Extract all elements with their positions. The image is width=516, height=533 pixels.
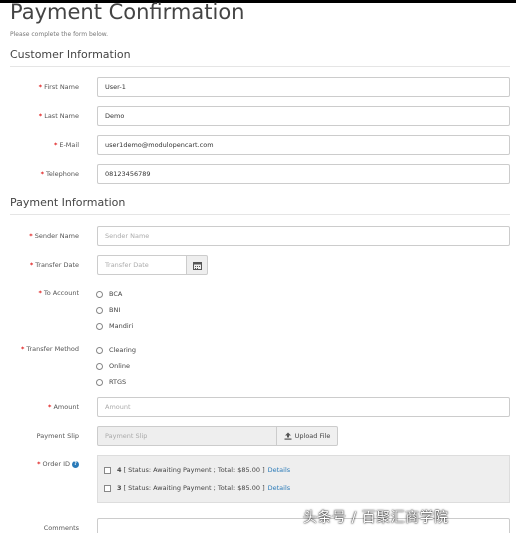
last-name-label: * Last Name <box>38 112 79 120</box>
required-marker: * <box>21 345 25 353</box>
required-marker: * <box>40 170 44 178</box>
help-icon[interactable]: ? <box>72 460 79 468</box>
first-name-label: * First Name <box>38 83 79 91</box>
last-name-input[interactable]: Demo <box>97 106 510 126</box>
order-list: 4 [ Status: Awaiting Payment ; Total: $8… <box>97 455 510 503</box>
required-marker: * <box>38 83 43 91</box>
customer-info-heading: Customer Information <box>10 48 131 61</box>
calendar-icon <box>192 261 202 270</box>
transfer-method-label: * Transfer Method <box>21 345 79 353</box>
required-marker: * <box>29 261 34 269</box>
transfer-date-input[interactable]: Transfer Date <box>97 255 187 275</box>
radio-button[interactable] <box>96 290 103 298</box>
payment-slip-input[interactable]: Payment Slip <box>97 426 277 446</box>
order-details-link[interactable]: Details <box>268 466 291 474</box>
upload-file-button[interactable]: Upload File <box>276 426 338 446</box>
order-item[interactable]: 4 [ Status: Awaiting Payment ; Total: $8… <box>104 465 290 475</box>
order-checkbox[interactable] <box>104 466 111 474</box>
amount-input[interactable]: Amount <box>97 397 510 417</box>
telephone-input[interactable]: 08123456789 <box>97 164 510 184</box>
page-subtitle: Please complete the form below. <box>10 31 109 38</box>
section-divider <box>10 214 510 215</box>
order-id-label: * Order ID? <box>0 460 79 468</box>
radio-option-bca[interactable]: BCA <box>96 289 122 299</box>
calendar-button[interactable] <box>186 255 208 275</box>
email-input[interactable]: user1demo@modulopencart.com <box>97 135 510 155</box>
order-checkbox[interactable] <box>104 484 111 492</box>
payment-info-heading: Payment Information <box>10 196 126 209</box>
sender-name-label: * Sender Name <box>29 232 79 240</box>
radio-option-online[interactable]: Online <box>96 361 130 371</box>
watermark: 头条号 / 百聚汇商学院 <box>303 510 449 526</box>
upload-icon <box>284 432 292 440</box>
radio-button[interactable] <box>96 346 103 354</box>
order-details-link[interactable]: Details <box>268 484 291 492</box>
radio-option-mandiri[interactable]: Mandiri <box>96 321 133 331</box>
order-item[interactable]: 3 [ Status: Awaiting Payment ; Total: $8… <box>104 483 290 493</box>
radio-button[interactable] <box>96 362 103 370</box>
first-name-input[interactable]: User-1 <box>97 77 510 97</box>
section-divider <box>10 66 510 67</box>
radio-option-rtgs[interactable]: RTGS <box>96 377 126 387</box>
required-marker: * <box>38 289 42 297</box>
telephone-label: * Telephone <box>40 170 79 178</box>
amount-label: * Amount <box>48 403 79 411</box>
radio-button[interactable] <box>96 306 103 314</box>
transfer-date-label: * Transfer Date <box>29 261 79 269</box>
radio-button[interactable] <box>96 322 103 330</box>
payment-slip-label: Payment Slip <box>36 432 79 440</box>
radio-button[interactable] <box>96 378 103 386</box>
required-marker: * <box>37 460 41 468</box>
radio-option-clearing[interactable]: Clearing <box>96 345 136 355</box>
to-account-label: * To Account <box>38 289 79 297</box>
radio-option-bni[interactable]: BNI <box>96 305 120 315</box>
required-marker: * <box>38 112 43 120</box>
email-label: * E-Mail <box>53 141 79 149</box>
required-marker: * <box>48 403 52 411</box>
required-marker: * <box>29 232 33 240</box>
comments-label: Comments <box>43 524 79 532</box>
page-title: Payment Confirmation <box>10 0 245 24</box>
required-marker: * <box>53 141 58 149</box>
sender-name-input[interactable]: Sender Name <box>97 226 510 246</box>
